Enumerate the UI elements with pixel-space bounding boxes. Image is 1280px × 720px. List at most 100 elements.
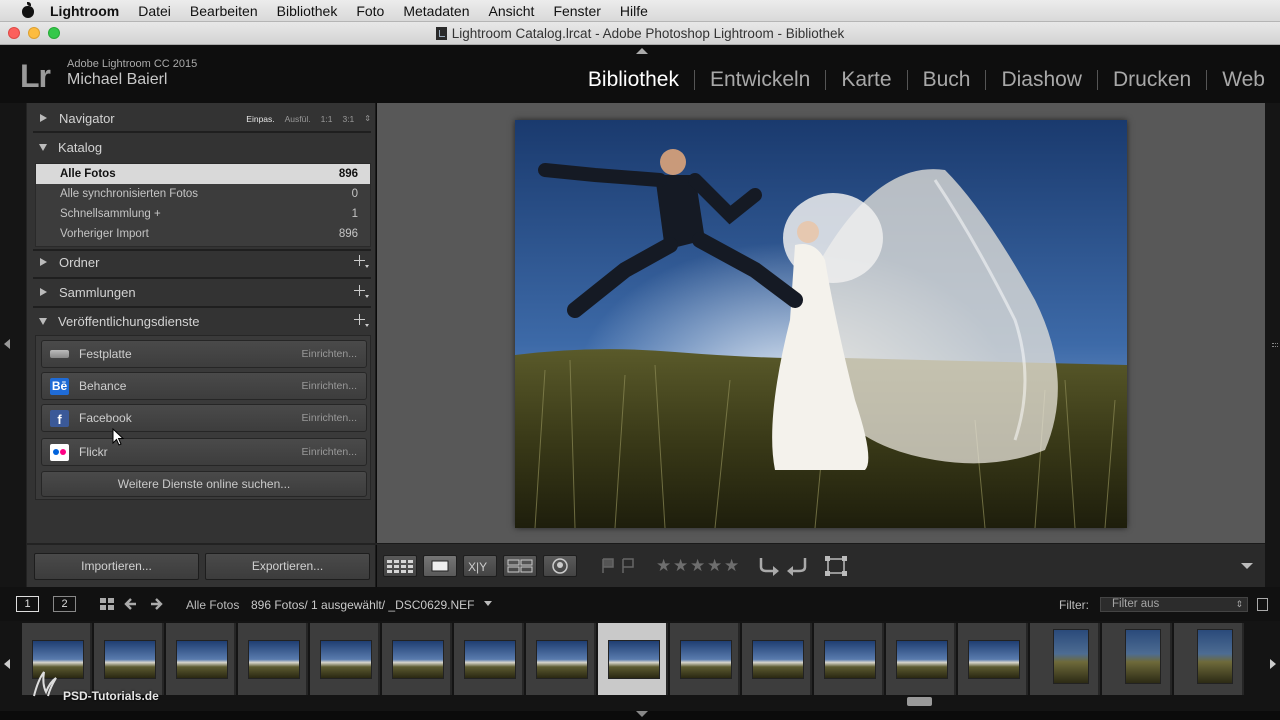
import-button[interactable]: Importieren... [34,553,199,580]
navigator-header[interactable]: Navigator Einpas. Ausfül. 1:1 3:1 ⇕ [27,104,377,132]
folders-header[interactable]: Ordner [27,248,377,276]
filmstrip-thumbnail[interactable] [310,623,380,695]
right-panel-edge[interactable] [1265,103,1280,587]
filmstrip-thumbnail[interactable] [1102,623,1172,695]
catalog-item-all-photos[interactable]: Alle Fotos 896 [36,164,370,184]
filmstrip-thumbnail[interactable] [382,623,452,695]
menu-ansicht[interactable]: Ansicht [489,3,535,19]
loupe-view-button[interactable] [423,555,457,577]
setup-link[interactable]: Einrichten... [302,412,357,424]
grid-small-icon[interactable] [99,597,115,611]
add-collection-icon[interactable] [354,285,369,298]
filmstrip-thumbnail[interactable] [454,623,524,695]
selection-info[interactable]: 896 Fotos/ 1 ausgewählt/ _DSC0629.NEF [251,598,474,612]
source-dropdown-icon[interactable] [484,601,492,606]
loupe-view[interactable] [377,103,1265,543]
zoom-1-1[interactable]: 1:1 [321,114,333,124]
filmstrip-thumbnail[interactable] [1030,623,1100,695]
menu-foto[interactable]: Foto [356,3,384,19]
add-publish-service-icon[interactable] [354,314,369,327]
menu-app[interactable]: Lightroom [50,3,119,19]
back-arrow-icon[interactable] [124,597,138,611]
zoom-fill[interactable]: Ausfül. [285,114,311,124]
catalog-item-synced[interactable]: Alle synchronisierten Fotos 0 [36,184,370,204]
publish-service-behance[interactable]: Bē Behance Einrichten... [41,372,367,400]
catalog-header[interactable]: Katalog [27,133,377,161]
window-1-button[interactable]: 1 [16,596,39,612]
module-web[interactable]: Web [1206,69,1280,90]
filmstrip-thumbnail[interactable] [166,623,236,695]
filmstrip-thumbnail[interactable] [94,623,164,695]
crop-overlay-icon[interactable] [823,554,849,578]
filter-select[interactable]: Filter aus ⇕ [1100,597,1248,612]
close-button[interactable] [8,27,20,39]
collections-header[interactable]: Sammlungen [27,278,377,306]
publish-services-header[interactable]: Veröffentlichungsdienste [27,307,377,335]
zoom-fit[interactable]: Einpas. [246,114,274,124]
catalog-item-previous-import[interactable]: Vorheriger Import 896 [36,224,370,244]
rating-star-icon[interactable]: ★ [690,556,705,576]
module-drucken[interactable]: Drucken [1096,69,1206,90]
setup-link[interactable]: Einrichten... [302,446,357,458]
window-2-button[interactable]: 2 [53,596,76,612]
menu-bearbeiten[interactable]: Bearbeiten [190,3,258,19]
people-view-button[interactable] [543,555,577,577]
main-photo[interactable] [515,120,1127,528]
top-panel-toggle-icon[interactable] [636,48,648,54]
rating-star-icon[interactable]: ★ [707,556,722,576]
filmstrip-thumbnail[interactable] [526,623,596,695]
publish-service-flickr[interactable]: Flickr Einrichten... [41,438,367,466]
right-panel-toggle-icon[interactable] [1272,343,1278,347]
rating-star-icon[interactable]: ★ [656,556,671,576]
left-panel-edge[interactable] [0,103,26,587]
filmstrip-thumbnail[interactable] [670,623,740,695]
find-more-services-button[interactable]: Weitere Dienste online suchen... [41,471,367,497]
rotate-left-icon[interactable] [755,555,781,577]
filter-lock-icon[interactable] [1257,598,1268,611]
filmstrip-scroll-right-icon[interactable] [1270,659,1276,669]
add-folder-icon[interactable] [354,255,369,268]
menu-bibliothek[interactable]: Bibliothek [277,3,338,19]
module-entwickeln[interactable]: Entwickeln [693,69,825,90]
source-label[interactable]: Alle Fotos [186,598,239,612]
filmstrip-scroll-left-icon[interactable] [4,659,10,669]
minimize-button[interactable] [28,27,40,39]
menu-datei[interactable]: Datei [138,3,171,19]
menu-fenster[interactable]: Fenster [553,3,600,19]
left-panel-toggle-icon[interactable] [4,339,10,349]
module-buch[interactable]: Buch [906,69,986,90]
forward-arrow-icon[interactable] [149,597,163,611]
filmstrip-scrollbar[interactable] [907,697,932,706]
zoom-button[interactable] [48,27,60,39]
filmstrip-thumbnail[interactable] [238,623,308,695]
setup-link[interactable]: Einrichten... [302,380,357,392]
bottom-panel-toggle-icon[interactable] [636,711,648,717]
compare-view-button[interactable]: X|Y [463,555,497,577]
zoom-3-1[interactable]: 3:1 [342,114,354,124]
filmstrip-thumbnail[interactable] [598,623,668,695]
setup-link[interactable]: Einrichten... [302,348,357,360]
publish-service-facebook[interactable]: f Facebook Einrichten... [41,404,367,432]
zoom-stepper-icon[interactable]: ⇕ [364,114,371,124]
publish-service-festplatte[interactable]: Festplatte Einrichten... [41,340,367,368]
toolbar-options-dropdown-icon[interactable] [1241,563,1253,569]
filmstrip-thumbnail[interactable] [1174,623,1244,695]
menu-hilfe[interactable]: Hilfe [620,3,648,19]
module-karte[interactable]: Karte [825,69,906,90]
rotate-right-icon[interactable] [785,555,811,577]
filmstrip-thumbnail[interactable] [886,623,956,695]
flag-icons[interactable] [599,557,639,575]
grid-view-button[interactable] [383,555,417,577]
filmstrip-thumbnail[interactable] [814,623,884,695]
export-button[interactable]: Exportieren... [205,553,370,580]
catalog-item-quick-collection[interactable]: Schnellsammlung + 1 [36,204,370,224]
menu-metadaten[interactable]: Metadaten [403,3,469,19]
rating-star-icon[interactable]: ★ [724,556,739,576]
survey-view-button[interactable] [503,555,537,577]
apple-icon[interactable] [20,1,36,19]
filmstrip-thumbnail[interactable] [742,623,812,695]
module-diashow[interactable]: Diashow [985,69,1097,90]
filmstrip-thumbnail[interactable] [958,623,1028,695]
module-bibliothek[interactable]: Bibliothek [573,69,694,90]
rating-star-icon[interactable]: ★ [673,556,688,576]
